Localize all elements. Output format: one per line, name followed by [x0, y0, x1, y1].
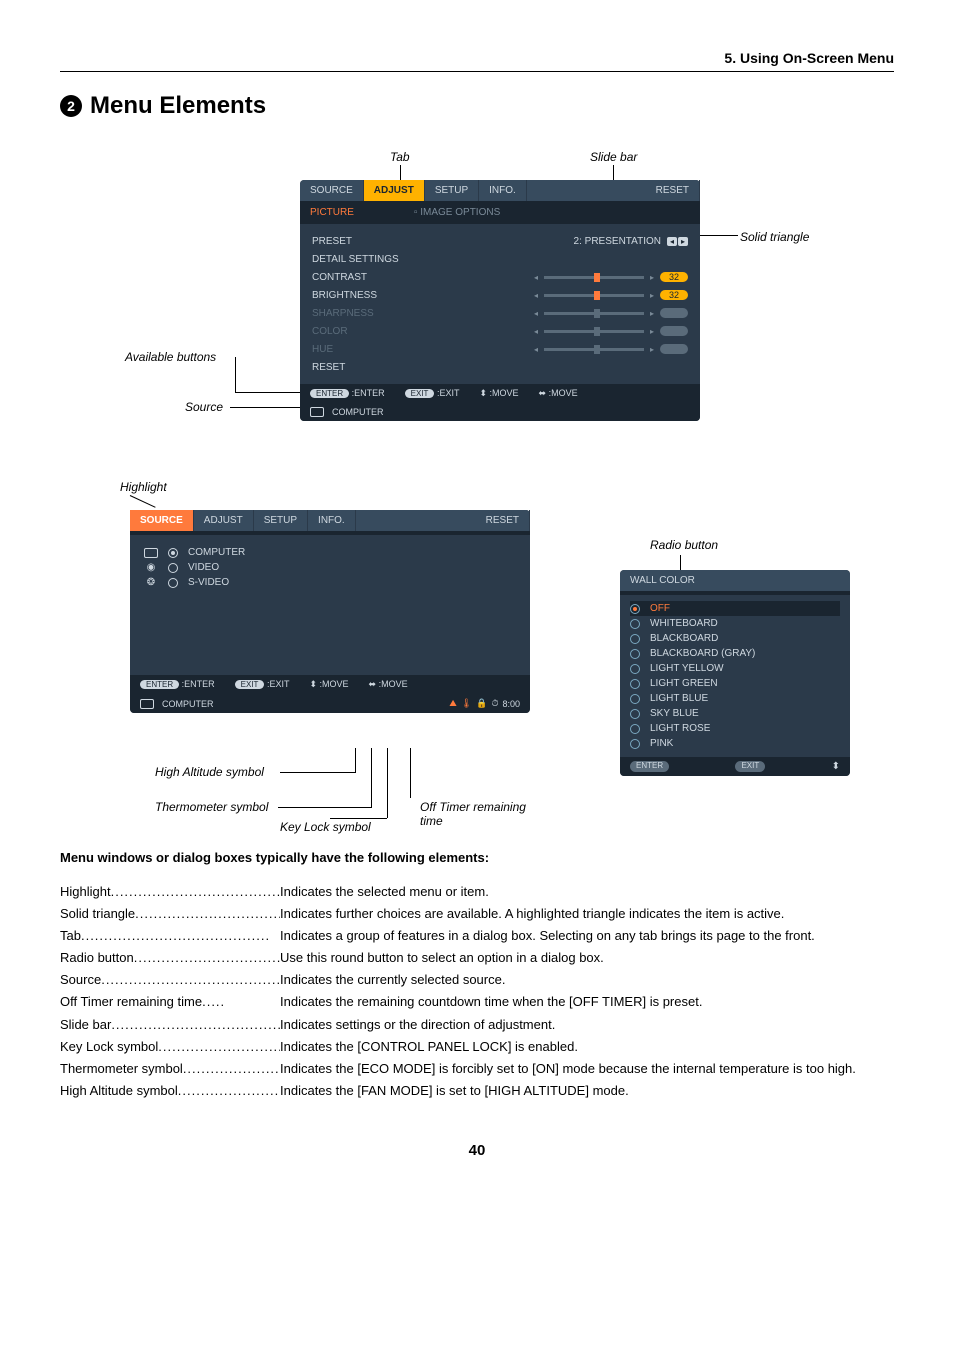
thermometer-icon: 🌡: [461, 698, 472, 709]
label-slide-bar: Slide bar: [590, 150, 637, 164]
page-title: 2 Menu Elements: [60, 92, 894, 120]
wall-item[interactable]: LIGHT BLUE: [630, 691, 840, 706]
label-off-timer: Off Timer remaining time: [420, 800, 550, 828]
wall-item[interactable]: LIGHT GREEN: [630, 676, 840, 691]
tab-adjust-2[interactable]: ADJUST: [194, 510, 254, 531]
label-tab: Tab: [390, 150, 410, 164]
description-heading: Menu windows or dialog boxes typically h…: [60, 850, 894, 865]
label-available-buttons: Available buttons: [125, 350, 216, 364]
tab-reset-2[interactable]: RESET: [476, 510, 530, 531]
tab-source[interactable]: SOURCE: [300, 180, 364, 201]
high-altitude-icon: ⛰: [449, 698, 457, 709]
tab-info-2[interactable]: INFO.: [308, 510, 356, 531]
row-sharpness: SHARPNESS ◂ ▸: [312, 304, 688, 322]
label-thermometer: Thermometer symbol: [155, 800, 268, 814]
row-detail-settings[interactable]: DETAIL SETTINGS: [312, 250, 688, 268]
timer-value: 8:00: [502, 699, 520, 709]
row-preset[interactable]: PRESET 2: PRESENTATION ◂▸: [312, 232, 688, 250]
radio-icon: [168, 548, 178, 558]
label-source: Source: [185, 400, 223, 414]
menu-box-source: SOURCE ADJUST SETUP INFO. RESET COMPUTER…: [130, 510, 530, 713]
tab-info[interactable]: INFO.: [479, 180, 527, 201]
row-brightness[interactable]: BRIGHTNESS ◂ ▸ 32: [312, 286, 688, 304]
wall-header: WALL COLOR: [620, 570, 850, 591]
row-reset[interactable]: RESET: [312, 358, 688, 376]
label-radio-button: Radio button: [650, 538, 718, 552]
wall-item[interactable]: LIGHT ROSE: [630, 721, 840, 736]
tab-setup[interactable]: SETUP: [425, 180, 479, 201]
computer-icon: [310, 407, 324, 417]
menu-footer-hints: ENTER :ENTER EXIT :EXIT ⬍ :MOVE ⬌ :MOVE: [300, 384, 700, 403]
wall-color-panel: WALL COLOR OFF WHITEBOARD BLACKBOARD BLA…: [620, 570, 850, 776]
wall-item[interactable]: PINK: [630, 736, 840, 751]
timer-icon: ⏱: [491, 698, 498, 709]
source-computer[interactable]: COMPUTER: [144, 545, 516, 560]
title-bullet: 2: [60, 95, 82, 117]
source-svideo[interactable]: ❂ S-VIDEO: [144, 575, 516, 590]
row-contrast[interactable]: CONTRAST ◂ ▸ 32: [312, 268, 688, 286]
radio-icon: [168, 563, 178, 573]
wall-item[interactable]: WHITEBOARD: [630, 616, 840, 631]
row-hue: HUE ◂ ▸: [312, 340, 688, 358]
label-highlight: Highlight: [120, 480, 167, 494]
description-list: Highlight...............................…: [60, 881, 894, 1102]
radio-icon: [630, 604, 640, 614]
menu-box-adjust: SOURCE ADJUST SETUP INFO. RESET PICTURE …: [300, 180, 700, 421]
source-video[interactable]: ◉ VIDEO: [144, 560, 516, 575]
tab-setup-2[interactable]: SETUP: [254, 510, 308, 531]
subtab-picture[interactable]: PICTURE: [300, 204, 364, 221]
computer-icon: [144, 548, 158, 558]
source-indicator: COMPUTER: [300, 403, 700, 421]
computer-icon: [140, 699, 154, 709]
figure-source-wall: Highlight Radio button SOURCE ADJUST SET…: [60, 480, 894, 820]
page-number: 40: [60, 1142, 894, 1159]
wall-item[interactable]: BLACKBOARD: [630, 631, 840, 646]
source-indicator-2: COMPUTER ⛰ 🌡 🔒 ⏱ 8:00: [130, 694, 530, 713]
label-high-altitude: High Altitude symbol: [155, 765, 264, 779]
row-color: COLOR ◂ ▸: [312, 322, 688, 340]
figure-menu-elements: Tab Slide bar Solid triangle Available b…: [60, 150, 894, 460]
radio-icon: [168, 578, 178, 588]
section-header: 5. Using On-Screen Menu: [60, 50, 894, 72]
label-key-lock: Key Lock symbol: [280, 820, 371, 834]
subtab-image-options[interactable]: ▫ IMAGE OPTIONS: [404, 204, 510, 221]
slider-contrast[interactable]: [544, 276, 644, 279]
tab-adjust[interactable]: ADJUST: [364, 180, 425, 201]
wall-footer: ENTER EXIT ⬍: [620, 757, 850, 776]
key-lock-icon: 🔒: [476, 698, 487, 709]
wall-item[interactable]: LIGHT YELLOW: [630, 661, 840, 676]
label-solid-triangle: Solid triangle: [740, 230, 809, 244]
wall-item[interactable]: BLACKBOARD (GRAY): [630, 646, 840, 661]
solid-triangle-icon[interactable]: ◂▸: [667, 237, 688, 246]
menu-footer-2: ENTER :ENTER EXIT :EXIT ⬍ :MOVE ⬌ :MOVE: [130, 675, 530, 694]
tab-source-2[interactable]: SOURCE: [130, 510, 194, 531]
tab-reset[interactable]: RESET: [646, 180, 700, 201]
slider-brightness[interactable]: [544, 294, 644, 297]
wall-item-off[interactable]: OFF: [630, 601, 840, 616]
wall-item[interactable]: SKY BLUE: [630, 706, 840, 721]
